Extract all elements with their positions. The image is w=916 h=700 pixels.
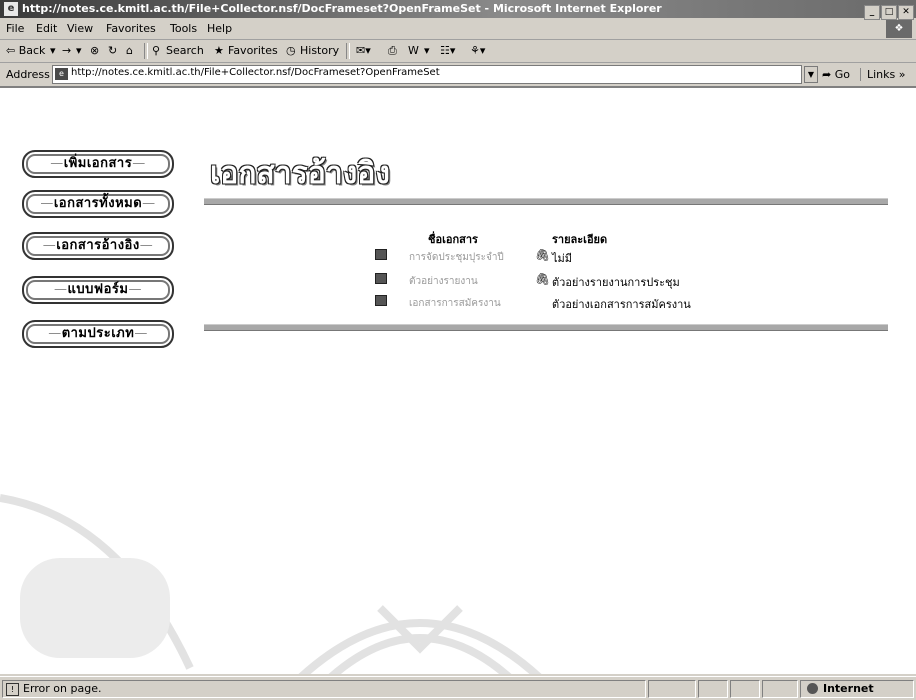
history-button[interactable]: History: [300, 44, 339, 57]
nav-label: แบบฟอร์ม: [67, 282, 129, 297]
menu-favorites[interactable]: Favorites: [106, 22, 156, 35]
document-name-link[interactable]: เอกสารการสมัครงาน: [409, 296, 501, 311]
status-pane: [648, 680, 696, 698]
document-name-link[interactable]: การจัดประชุมปุระจำปี: [409, 250, 504, 265]
divider-bottom: [204, 324, 888, 331]
zone-label: Internet: [823, 682, 874, 695]
stop-icon[interactable]: ⊗: [90, 44, 99, 57]
document-row[interactable]: ตัวอย่างรายงาน 🖇 ตัวอย่างรายงานการประชุม: [375, 272, 895, 289]
go-arrow-icon: ➦: [822, 68, 832, 81]
document-icon: [375, 249, 387, 260]
menu-bar: File Edit View Favorites Tools Help: [0, 19, 916, 40]
document-row[interactable]: การจัดประชุมปุระจำปี 🖇 ไม่มี: [375, 248, 895, 265]
links-button[interactable]: Links »: [860, 68, 906, 81]
maximize-button[interactable]: □: [881, 5, 897, 20]
windows-logo-icon: ❖: [886, 20, 912, 38]
edit-dropdown-icon[interactable]: ▾: [424, 44, 430, 57]
discuss-icon[interactable]: ☷▾: [440, 44, 455, 57]
warning-icon[interactable]: !: [6, 683, 19, 696]
forward-button[interactable]: →: [62, 44, 71, 57]
menu-tools[interactable]: Tools: [170, 22, 197, 35]
back-dropdown-icon[interactable]: ▾: [50, 44, 56, 57]
nav-forms-button[interactable]: —แบบฟอร์ม—: [22, 276, 174, 304]
nav-label: ตามประเภท: [61, 326, 135, 341]
document-row[interactable]: เอกสารการสมัครงาน ตัวอย่างเอกสารการสมัคร…: [375, 294, 895, 311]
search-icon: ⚲: [152, 44, 161, 57]
nav-add-document-button[interactable]: —เพิ่มเอกสาร—: [22, 150, 174, 178]
menu-edit[interactable]: Edit: [36, 22, 57, 35]
address-url[interactable]: http://notes.ce.kmitl.ac.th/File+Collect…: [71, 67, 440, 78]
go-label: Go: [834, 68, 850, 81]
watermark-emblem: [0, 494, 542, 674]
close-button[interactable]: ✕: [898, 5, 914, 20]
nav-all-documents-button[interactable]: —เอกสารทั้งหมด—: [22, 190, 174, 218]
page-title: เอกสารอ้างอิง: [210, 156, 390, 191]
status-pane: [730, 680, 760, 698]
status-pane: [762, 680, 798, 698]
window-title: http://notes.ce.kmitl.ac.th/File+Collect…: [22, 2, 662, 15]
status-message-pane[interactable]: ! Error on page.: [2, 680, 646, 698]
ie-icon: e: [4, 2, 18, 16]
nav-by-category-button[interactable]: —ตามประเภท—: [22, 320, 174, 348]
forward-dropdown-icon[interactable]: ▾: [76, 44, 82, 57]
title-bar: e http://notes.ce.kmitl.ac.th/File+Colle…: [0, 0, 916, 20]
page-icon: e: [55, 68, 68, 80]
history-icon: ◷: [286, 44, 296, 57]
nav-label: เอกสารทั้งหมด: [53, 196, 143, 211]
document-detail: ไม่มี: [552, 252, 573, 265]
document-detail: ตัวอย่างเอกสารการสมัครงาน: [552, 298, 691, 311]
status-bar: ! Error on page. Internet: [0, 676, 916, 700]
nav-label: เพิ่มเอกสาร: [63, 156, 133, 171]
status-pane: [698, 680, 728, 698]
messenger-icon[interactable]: ⚘▾: [470, 44, 485, 57]
page-content: —เพิ่มเอกสาร— —เอกสารทั้งหมด— —เอกสารอ้า…: [0, 88, 916, 674]
document-detail: ตัวอย่างรายงานการประชุม: [552, 276, 680, 289]
attachment-icon: 🖇: [535, 272, 551, 286]
security-zone: Internet: [800, 680, 914, 698]
address-dropdown-icon[interactable]: ▼: [804, 66, 818, 83]
document-icon: [375, 273, 387, 284]
menu-help[interactable]: Help: [207, 22, 232, 35]
attachment-icon: 🖇: [535, 248, 551, 262]
status-message[interactable]: Error on page.: [23, 682, 101, 695]
minimize-button[interactable]: _: [864, 5, 880, 20]
refresh-icon[interactable]: ↻: [108, 44, 117, 57]
nav-label: เอกสารอ้างอิง: [56, 238, 140, 253]
print-icon[interactable]: ⎙: [388, 44, 397, 58]
mail-icon[interactable]: ✉▾: [356, 44, 371, 57]
toolbar-separator: [346, 43, 350, 59]
window-controls: _ □ ✕: [863, 2, 914, 20]
favorites-icon: ★: [214, 44, 224, 57]
search-button[interactable]: Search: [166, 44, 204, 57]
back-button[interactable]: ⇦ Back: [6, 44, 45, 57]
menu-view[interactable]: View: [67, 22, 93, 35]
go-button[interactable]: ➦ Go: [822, 68, 850, 81]
address-label: Address: [6, 68, 50, 81]
toolbar-separator: [144, 43, 148, 59]
divider-top: [204, 198, 888, 205]
links-label: Links: [867, 68, 896, 81]
document-name-link[interactable]: ตัวอย่างรายงาน: [409, 274, 478, 289]
document-icon: [375, 295, 387, 306]
standard-toolbar: ⇦ Back ▾ → ▾ ⊗ ↻ ⌂ ⚲ Search ★ Favorites …: [0, 40, 916, 63]
address-input[interactable]: e http://notes.ce.kmitl.ac.th/File+Colle…: [52, 65, 802, 84]
favorites-button[interactable]: Favorites: [228, 44, 278, 57]
home-icon[interactable]: ⌂: [126, 44, 133, 57]
column-header-name: ชื่อเอกสาร: [428, 233, 478, 246]
column-header-detail: รายละเอียด: [552, 233, 608, 246]
globe-icon: [807, 683, 818, 694]
menu-file[interactable]: File: [6, 22, 24, 35]
edit-icon[interactable]: W: [408, 44, 419, 57]
nav-reference-documents-button[interactable]: —เอกสารอ้างอิง—: [22, 232, 174, 260]
address-bar: Address e http://notes.ce.kmitl.ac.th/Fi…: [0, 63, 916, 88]
